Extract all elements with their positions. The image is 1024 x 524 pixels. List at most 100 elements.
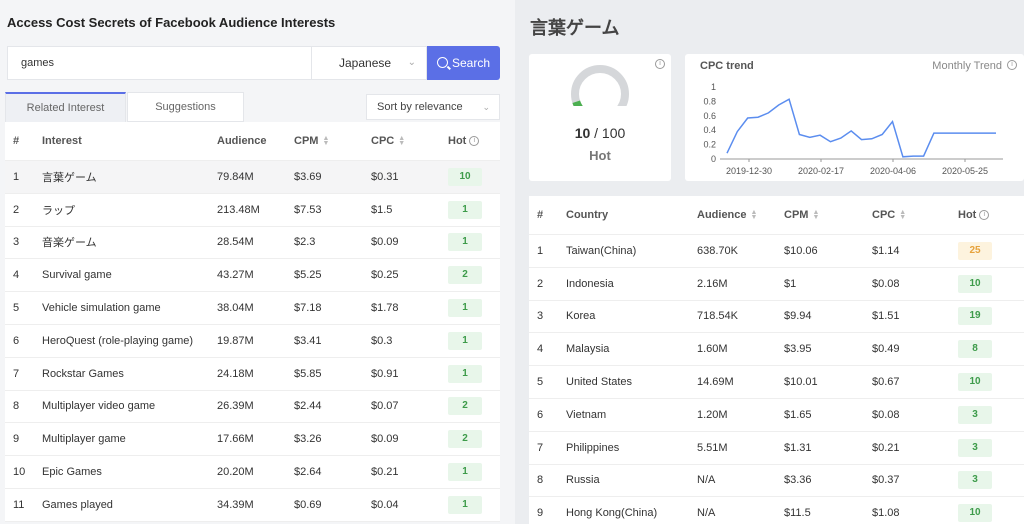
table-row[interactable]: 3 Korea 718.54K $9.94 $1.51 19 (529, 301, 1024, 334)
audience-value: 34.39M (217, 498, 254, 511)
table-row[interactable]: 8 Russia N/A $3.36 $0.37 3 (529, 465, 1024, 498)
table-row[interactable]: 6 HeroQuest (role-playing game) 19.87M $3.4… (5, 324, 500, 358)
x-tick-label: 2020-02-17 (798, 166, 844, 176)
hot-cell: 3 (958, 465, 992, 497)
hot-badge: 19 (958, 307, 992, 326)
table-row[interactable]: 9 Multiplayer game 17.66M $3.26 $0.09 2 (5, 423, 500, 457)
interest-name: Multiplayer game (42, 433, 126, 446)
table-header: # Country Audience ▲ ▼ CPM ▲ ▼ CPC ▲ ▼ Hot i (529, 196, 1024, 235)
table-row[interactable]: 9 Hong Kong(China) N/A $11.5 $1.08 10 (529, 497, 1024, 524)
header-audience[interactable]: Audience ▲ ▼ (697, 196, 757, 234)
info-icon[interactable]: i (469, 136, 480, 146)
left-panel: Access Cost Secrets of Facebook Audience… (0, 0, 515, 524)
audience-value: 2.16M (697, 277, 728, 290)
interest-name: Games played (42, 498, 113, 511)
hot-cell: 1 (448, 489, 482, 521)
header-country: Country (566, 209, 609, 221)
gauge-value: 10 / 100 (529, 125, 671, 141)
row-index: 9 (537, 507, 544, 520)
row-index: 4 (537, 343, 544, 356)
cpc-trend-chart: 0 0.2 0.4 0.6 0.8 1 2019-12-30 2020-02-17 2020-0… (703, 82, 1003, 176)
sort-icon[interactable]: ▲ ▼ (899, 209, 906, 221)
hot-badge: 1 (448, 364, 482, 383)
cpc-value: $0.09 (371, 433, 399, 446)
audience-value: 79.84M (217, 170, 254, 183)
cpc-value: $0.25 (371, 269, 399, 282)
row-index: 5 (537, 376, 544, 389)
header-hot: Hot i (448, 122, 480, 160)
hot-cell: 3 (958, 432, 992, 464)
header-cpc[interactable]: CPC ▲ ▼ (872, 196, 906, 234)
row-index: 7 (537, 441, 544, 454)
header-cpm[interactable]: CPM ▲ ▼ (294, 122, 329, 160)
cpc-value: $1.08 (872, 507, 900, 520)
chevron-down-icon: ⌄ (407, 57, 416, 68)
hot-badge: 8 (958, 340, 992, 359)
sort-icon[interactable]: ▲ ▼ (812, 209, 819, 221)
row-index: 3 (537, 310, 544, 323)
cpm-value: $5.25 (294, 269, 322, 282)
language-select[interactable]: Japanese ⌄ (311, 46, 427, 80)
cpc-trend-card: CPC trend Monthly Trend i 0 0.2 0.4 0.6 0.8 1… (685, 54, 1024, 181)
table-row[interactable]: 3 音楽ゲーム 28.54M $2.3 $0.09 1 (5, 226, 500, 260)
row-index: 1 (537, 244, 544, 257)
hot-cell: 3 (958, 399, 992, 431)
sort-select[interactable]: Sort by relevance ⌄ (366, 94, 500, 120)
hot-cell: 10 (958, 268, 992, 300)
row-index: 10 (13, 466, 26, 479)
hot-badge: 10 (958, 373, 992, 392)
hot-cell: 10 (448, 161, 482, 193)
table-row[interactable]: 5 Vehicle simulation game 38.04M $7.18 $1.78… (5, 292, 500, 325)
cpm-value: $10.01 (784, 376, 818, 389)
table-row[interactable]: 1 言葉ゲーム 79.84M $3.69 $0.31 10 (5, 161, 500, 194)
table-row[interactable]: 7 Rockstar Games 24.18M $5.85 $0.91 1 (5, 357, 500, 391)
interest-name: HeroQuest (role-playing game) (42, 334, 194, 347)
row-index: 3 (13, 236, 20, 249)
interest-name: Survival game (42, 269, 112, 282)
search-button[interactable]: Search (427, 46, 500, 80)
gauge-max: / 100 (594, 125, 626, 141)
sort-icon[interactable]: ▲ ▼ (751, 209, 758, 221)
hot-cell: 2 (448, 259, 482, 291)
info-icon[interactable]: i (979, 210, 990, 220)
header-audience[interactable]: Audience (217, 122, 267, 160)
table-row[interactable]: 5 United States 14.69M $10.01 $0.67 10 (529, 366, 1024, 399)
table-row[interactable]: 8 Multiplayer video game 26.39M $2.44 $0.07 2 (5, 390, 500, 424)
hot-badge: 1 (448, 463, 482, 482)
audience-value: 20.20M (217, 466, 254, 479)
hot-cell: 10 (958, 366, 992, 398)
table-row[interactable]: 7 Philippines 5.51M $1.31 $0.21 3 (529, 432, 1024, 465)
table-row[interactable]: 4 Malaysia 1.60M $3.95 $0.49 8 (529, 333, 1024, 367)
sort-icon[interactable]: ▲ ▼ (322, 135, 329, 147)
cpm-value: $2.3 (294, 236, 316, 249)
table-row[interactable]: 2 Indonesia 2.16M $1 $0.08 10 (529, 268, 1024, 301)
header-cpc[interactable]: CPC ▲ ▼ (371, 122, 405, 160)
table-row[interactable]: 1 Taiwan(China) 638.70K $10.06 $1.14 25 (529, 235, 1024, 268)
audience-value: 213.48M (217, 203, 260, 216)
cpm-value: $3.36 (784, 474, 812, 487)
header-cpm[interactable]: CPM ▲ ▼ (784, 196, 819, 234)
tab-suggestions[interactable]: Suggestions (127, 92, 244, 122)
table-row[interactable]: 4 Survival game 43.27M $5.25 $0.25 2 (5, 259, 500, 293)
hot-badge: 10 (448, 167, 482, 186)
audience-value: 1.20M (697, 408, 728, 421)
country-name: United States (566, 376, 633, 389)
cpm-value: $1 (784, 277, 797, 290)
tab-related-interest[interactable]: Related Interest (5, 92, 126, 122)
country-name: Philippines (566, 441, 620, 454)
hot-badge: 1 (448, 495, 482, 514)
table-row[interactable]: 6 Vietnam 1.20M $1.65 $0.08 3 (529, 399, 1024, 432)
search-input[interactable]: games (7, 46, 311, 80)
table-row[interactable]: 2 ラップ 213.48M $7.53 $1.5 1 (5, 193, 500, 227)
table-row[interactable]: 11 Games played 34.39M $0.69 $0.04 1 (5, 488, 500, 522)
cpm-value: $5.85 (294, 367, 322, 380)
cpc-value: $0.37 (872, 474, 900, 487)
sort-icon[interactable]: ▲ ▼ (398, 135, 405, 147)
info-icon[interactable]: i (655, 59, 665, 69)
interest-table: # Interest Audience CPM ▲ ▼ CPC ▲ ▼ Hot i 1 言葉… (5, 122, 500, 522)
hot-cell: 19 (958, 301, 992, 333)
audience-value: 24.18M (217, 367, 254, 380)
table-row[interactable]: 10 Epic Games 20.20M $2.64 $0.21 1 (5, 456, 500, 489)
country-name: Malaysia (566, 343, 610, 356)
cpc-value: $0.08 (872, 277, 900, 290)
